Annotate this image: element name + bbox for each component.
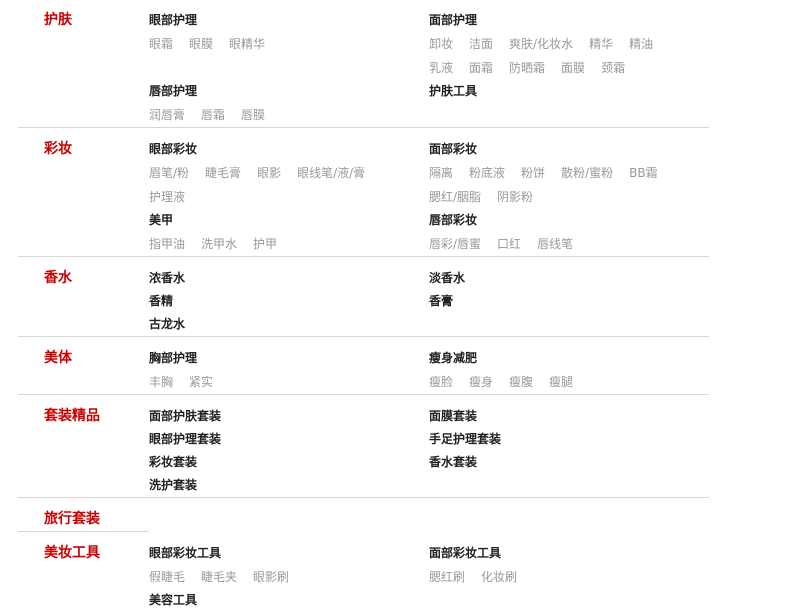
link-face-cream[interactable]: 面霜 xyxy=(469,61,493,75)
subcategory-links-eye-makeup: 眉笔/粉 睫毛膏 眼影 眼线笔/液/膏护理液 xyxy=(149,161,421,209)
subcategory-links-nails: 指甲油 洗甲水 护甲 xyxy=(149,232,409,256)
link-pressed-powder[interactable]: 粉饼 xyxy=(521,166,545,180)
subcategory-links-eye-care: 眼霜 眼膜 眼精华 xyxy=(149,32,409,56)
link-eyelash-curler[interactable]: 睫毛夹 xyxy=(201,570,237,584)
category-title-travel-sets[interactable]: 旅行套装 xyxy=(44,509,100,529)
subcategory-title-face-makeup[interactable]: 面部彩妆 xyxy=(429,140,477,158)
subcategory-links-face-makeup: 隔离 粉底液 粉饼 散粉/蜜粉 BB霜腮红/胭脂 阴影粉 xyxy=(429,161,705,209)
link-eyeshadow[interactable]: 眼影 xyxy=(257,166,281,180)
link-mascara[interactable]: 睫毛膏 xyxy=(205,166,241,180)
link-lip-cream[interactable]: 唇霜 xyxy=(201,108,225,122)
link-sunscreen[interactable]: 防晒霜 xyxy=(509,61,545,75)
subcategory-title-essence[interactable]: 香精 xyxy=(149,292,173,310)
category-title-beauty-tools[interactable]: 美妆工具 xyxy=(44,543,100,563)
link-loose-powder[interactable]: 散粉/蜜粉 xyxy=(561,166,613,180)
subcategory-links-slimming: 瘦脸 瘦身 瘦腹 瘦腿 xyxy=(429,370,701,394)
link-eye-mask[interactable]: 眼膜 xyxy=(189,37,213,51)
subcategory-title-makeup-set[interactable]: 彩妆套装 xyxy=(149,453,197,471)
link-neck-cream[interactable]: 颈霜 xyxy=(601,61,625,75)
subcategory-title-hand-foot-set[interactable]: 手足护理套装 xyxy=(429,430,501,448)
section-divider xyxy=(18,256,709,257)
category-title-perfume[interactable]: 香水 xyxy=(44,268,72,288)
link-eyebrow-pencil[interactable]: 眉笔/粉 xyxy=(149,166,189,180)
link-lip-balm[interactable]: 润唇膏 xyxy=(149,108,185,122)
link-eye-cream[interactable]: 眼霜 xyxy=(149,37,173,51)
subcategory-title-eye-makeup[interactable]: 眼部彩妆 xyxy=(149,140,197,158)
link-eyeshadow-brush[interactable]: 眼影刷 xyxy=(253,570,289,584)
subcategory-links-face-makeup-tools: 腮红刷 化妆刷 xyxy=(429,565,701,589)
link-lip-gloss[interactable]: 唇彩/唇蜜 xyxy=(429,237,481,251)
link-care-liquid[interactable]: 护理液 xyxy=(149,190,185,204)
category-title-gift-sets[interactable]: 套装精品 xyxy=(44,406,100,426)
subcategory-title-face-care[interactable]: 面部护理 xyxy=(429,11,477,29)
link-nail-polish-remover[interactable]: 洗甲水 xyxy=(201,237,237,251)
link-eyeliner[interactable]: 眼线笔/液/膏 xyxy=(297,166,365,180)
subcategory-title-perfume-set[interactable]: 香水套装 xyxy=(429,453,477,471)
subcategory-links-eye-makeup-tools: 假睫毛 睫毛夹 眼影刷 xyxy=(149,565,409,589)
link-body-slimming[interactable]: 瘦身 xyxy=(469,375,493,389)
subcategory-title-lip-makeup[interactable]: 唇部彩妆 xyxy=(429,211,477,229)
section-divider xyxy=(18,127,709,128)
link-toner[interactable]: 爽肤/化妆水 xyxy=(509,37,573,51)
link-bb-cream[interactable]: BB霜 xyxy=(629,166,657,180)
link-leg-slimming[interactable]: 瘦腿 xyxy=(549,375,573,389)
subcategory-title-beauty-tools[interactable]: 美容工具 xyxy=(149,591,197,609)
subcategory-title-face-skincare-set[interactable]: 面部护肤套装 xyxy=(149,407,221,425)
subcategory-title-face-makeup-tools[interactable]: 面部彩妆工具 xyxy=(429,544,501,562)
link-contour-powder[interactable]: 阴影粉 xyxy=(497,190,533,204)
link-false-eyelashes[interactable]: 假睫毛 xyxy=(149,570,185,584)
link-lip-mask[interactable]: 唇膜 xyxy=(241,108,265,122)
subcategory-links-lip-care: 润唇膏 唇霜 唇膜 xyxy=(149,103,409,127)
subcategory-title-nails[interactable]: 美甲 xyxy=(149,211,173,229)
section-divider xyxy=(18,497,709,498)
link-nail-care[interactable]: 护甲 xyxy=(253,237,277,251)
subcategory-links-lip-makeup: 唇彩/唇蜜 口红 唇线笔 xyxy=(429,232,701,256)
subcategory-title-eye-care-set[interactable]: 眼部护理套装 xyxy=(149,430,221,448)
category-title-makeup[interactable]: 彩妆 xyxy=(44,139,72,159)
link-lip-liner[interactable]: 唇线笔 xyxy=(537,237,573,251)
category-title-body[interactable]: 美体 xyxy=(44,348,72,368)
section-divider xyxy=(18,531,149,532)
subcategory-title-skincare-tools[interactable]: 护肤工具 xyxy=(429,82,477,100)
link-face-mask[interactable]: 面膜 xyxy=(561,61,585,75)
subcategory-title-eye-makeup-tools[interactable]: 眼部彩妆工具 xyxy=(149,544,221,562)
category-title-skincare[interactable]: 护肤 xyxy=(44,10,72,30)
subcategory-title-eau-de-toilette[interactable]: 淡香水 xyxy=(429,269,465,287)
link-essence[interactable]: 精华 xyxy=(589,37,613,51)
subcategory-title-solid-perfume[interactable]: 香膏 xyxy=(429,292,453,310)
link-blush-brush[interactable]: 腮红刷 xyxy=(429,570,465,584)
link-liquid-foundation[interactable]: 粉底液 xyxy=(469,166,505,180)
subcategory-links-chest-care: 丰胸 紧实 xyxy=(149,370,409,394)
subcategory-title-eye-care[interactable]: 眼部护理 xyxy=(149,11,197,29)
link-belly-slimming[interactable]: 瘦腹 xyxy=(509,375,533,389)
link-lipstick[interactable]: 口红 xyxy=(497,237,521,251)
subcategory-title-eau-de-parfum[interactable]: 浓香水 xyxy=(149,269,185,287)
subcategory-title-cologne[interactable]: 古龙水 xyxy=(149,315,185,333)
subcategory-links-face-care: 卸妆 洁面 爽肤/化妆水 精华 精油乳液 面霜 防晒霜 面膜 颈霜 xyxy=(429,32,701,80)
link-makeup-brush[interactable]: 化妆刷 xyxy=(481,570,517,584)
link-essential-oil[interactable]: 精油 xyxy=(629,37,653,51)
subcategory-title-lip-care[interactable]: 唇部护理 xyxy=(149,82,197,100)
link-nail-polish[interactable]: 指甲油 xyxy=(149,237,185,251)
link-breast-enhancement[interactable]: 丰胸 xyxy=(149,375,173,389)
link-primer[interactable]: 隔离 xyxy=(429,166,453,180)
link-makeup-remover[interactable]: 卸妆 xyxy=(429,37,453,51)
subcategory-title-chest-care[interactable]: 胸部护理 xyxy=(149,349,197,367)
link-lotion[interactable]: 乳液 xyxy=(429,61,453,75)
section-divider xyxy=(18,394,709,395)
section-divider xyxy=(18,336,709,337)
link-cleanser[interactable]: 洁面 xyxy=(469,37,493,51)
link-face-slimming[interactable]: 瘦脸 xyxy=(429,375,453,389)
link-blush[interactable]: 腮红/胭脂 xyxy=(429,190,481,204)
link-eye-serum[interactable]: 眼精华 xyxy=(229,37,265,51)
link-firming[interactable]: 紧实 xyxy=(189,375,213,389)
subcategory-title-slimming[interactable]: 瘦身减肥 xyxy=(429,349,477,367)
subcategory-title-mask-set[interactable]: 面膜套装 xyxy=(429,407,477,425)
subcategory-title-wash-care-set[interactable]: 洗护套装 xyxy=(149,476,197,494)
